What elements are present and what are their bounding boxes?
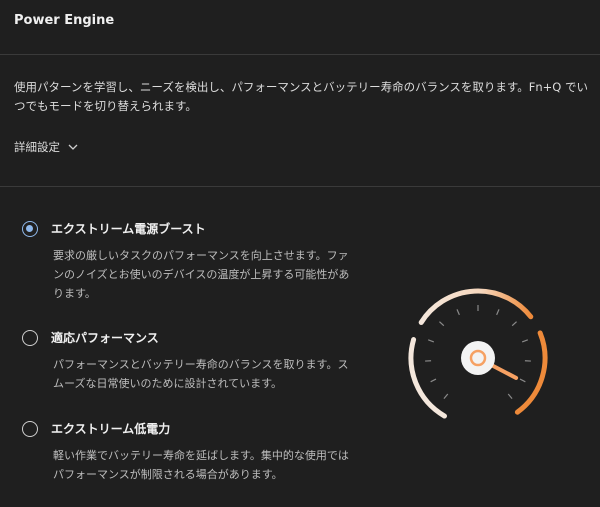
option-extreme-boost-radio-row[interactable]: エクストリーム電源ブースト (22, 220, 362, 237)
radio-extreme-low-power[interactable] (22, 420, 38, 437)
gauge-tick (443, 393, 449, 399)
header: Power Engine (0, 0, 600, 55)
gauge-arc-left (408, 337, 447, 419)
gauge-arc-right (514, 330, 548, 415)
gauge-tick (427, 339, 435, 343)
option-adaptive-radio-row[interactable]: 適応パフォーマンス (22, 329, 362, 346)
option-label: 適応パフォーマンス (51, 331, 159, 345)
gauge-tick (519, 378, 526, 383)
option-label: エクストリーム電源ブースト (51, 222, 206, 236)
speedometer-icon (408, 288, 548, 419)
mode-description: 使用パターンを学習し、ニーズを検出し、パフォーマンスとバッテリー寿命のバランスを… (14, 80, 588, 113)
page-title: Power Engine (14, 13, 115, 28)
advanced-settings-label: 詳細設定 (14, 140, 60, 154)
gauge-tick (456, 309, 460, 316)
radio-extreme-boost[interactable] (22, 220, 38, 237)
gauge-arc-top (418, 288, 534, 325)
gauge-tick (507, 393, 513, 399)
gauge-tick (439, 321, 445, 327)
option-extreme-boost: エクストリーム電源ブースト 要求の厳しいタスクのパフォーマンスを向上させます。フ… (22, 220, 362, 303)
radio-adaptive-performance[interactable] (22, 329, 38, 346)
option-extreme-low-power: エクストリーム低電力 軽い作業でバッテリー寿命を延ばします。集中的な使用ではパフ… (22, 420, 362, 484)
gauge-hub (461, 341, 495, 375)
option-low-power-radio-row[interactable]: エクストリーム低電力 (22, 420, 362, 437)
gauge-tick (511, 321, 517, 327)
option-adaptive-performance: 適応パフォーマンス パフォーマンスとバッテリー寿命のバランスを取ります。スムーズ… (22, 329, 362, 393)
chevron-down-icon (68, 144, 78, 150)
option-description: パフォーマンスとバッテリー寿命のバランスを取ります。スムーズな日常使いのために設… (53, 358, 349, 390)
option-label: エクストリーム低電力 (51, 422, 171, 436)
gauge-tick (496, 309, 500, 316)
gauge-tick (521, 339, 529, 343)
option-description: 軽い作業でバッテリー寿命を延ばします。集中的な使用ではパフォーマンスが制限される… (53, 449, 349, 481)
divider (0, 186, 600, 187)
advanced-settings-toggle[interactable]: 詳細設定 (14, 138, 78, 156)
option-description: 要求の厳しいタスクのパフォーマンスを向上させます。ファンのノイズとお使いのデバイ… (53, 249, 350, 300)
gauge-tick (430, 378, 437, 383)
